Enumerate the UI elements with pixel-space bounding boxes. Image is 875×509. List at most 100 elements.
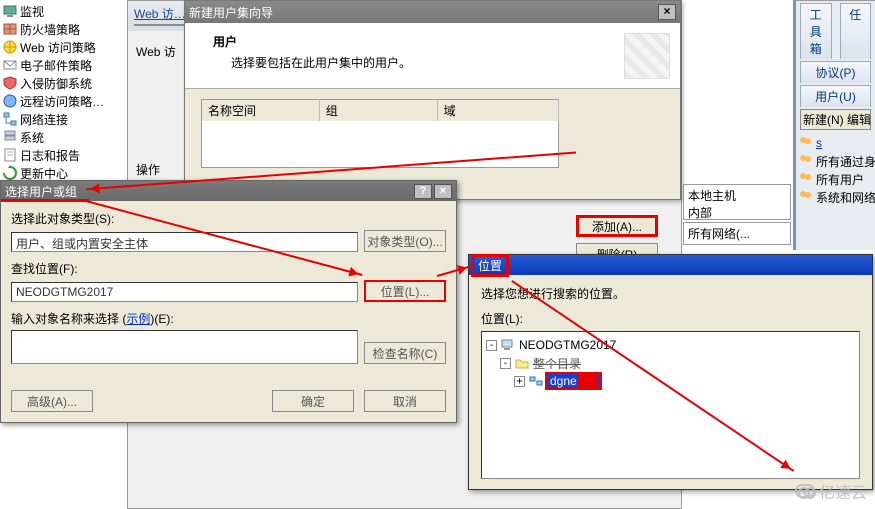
list-item[interactable]: 所有用户: [798, 170, 873, 188]
tree-item-ips[interactable]: 入侵防御系统: [2, 74, 121, 92]
new-edit-buttons[interactable]: 新建(N) 编辑: [800, 109, 871, 130]
location-field-label: 位置(L):: [481, 310, 860, 327]
users-icon: [798, 136, 814, 150]
help-icon[interactable]: ?: [414, 184, 432, 199]
tree-node-label: dgne: [547, 374, 600, 388]
location-tree[interactable]: - NEODGTMG2017 - 整个目录 + dgne: [481, 331, 860, 479]
toolbox-tab[interactable]: 工具箱: [800, 3, 832, 59]
update-icon: [2, 165, 18, 181]
col-namespace[interactable]: 名称空间: [202, 100, 320, 122]
seldlg-titlebar[interactable]: 选择用户或组 ? ×: [1, 181, 456, 201]
name-label-prefix: 输入对象名称来选择 (: [11, 312, 126, 326]
tree-label: 入侵防御系统: [20, 75, 92, 92]
tree-item-logs[interactable]: 日志和报告: [2, 146, 121, 164]
monitor-icon: [2, 3, 18, 19]
tree-item-monitor[interactable]: 监视: [2, 2, 121, 20]
tree-label: 远程访问策略…: [20, 93, 104, 110]
tree-node-dir[interactable]: - 整个目录: [500, 354, 855, 372]
all-networks-box[interactable]: 所有网络(...: [683, 222, 791, 245]
tree-item-email[interactable]: 电子邮件策略: [2, 56, 121, 74]
tree-label: 系统: [20, 129, 44, 146]
collapse-icon[interactable]: -: [486, 340, 497, 351]
list-item-label: 所有用户: [816, 171, 864, 188]
close-icon[interactable]: ×: [658, 4, 676, 20]
shield-icon: [2, 75, 18, 91]
web-access-heading: Web 访: [136, 43, 176, 60]
select-user-group-dialog: 选择用户或组 ? × 选择此对象类型(S): 用户、组或内置安全主体 对象类型(…: [0, 180, 457, 423]
domain-icon: [528, 374, 544, 388]
object-type-field[interactable]: 用户、组或内置安全主体: [11, 232, 358, 252]
globe-icon: [2, 39, 18, 55]
tree-item-system[interactable]: 系统: [2, 128, 121, 146]
tree-item-remote[interactable]: 远程访问策略…: [2, 92, 121, 110]
remote-icon: [2, 93, 18, 109]
firewall-icon: [2, 21, 18, 37]
network-scope-box: 本地主机 内部: [683, 184, 791, 220]
watermark: 亿速云: [795, 479, 867, 503]
col-domain[interactable]: 域: [437, 100, 558, 122]
locdlg-title: 位置: [471, 254, 509, 277]
tree-item-web[interactable]: Web 访问策略: [2, 38, 121, 56]
locdlg-titlebar[interactable]: 位置: [469, 255, 872, 275]
list-item[interactable]: 系统和网络…: [798, 188, 873, 206]
location-label: 查找位置(F):: [11, 260, 446, 277]
tree-label: 日志和报告: [20, 147, 80, 164]
tree-label: 更新中心: [20, 165, 68, 182]
tree-label: 网络连接: [20, 111, 68, 128]
directory-icon: [514, 356, 530, 370]
watermark-text: 亿速云: [819, 479, 867, 503]
user-section[interactable]: 用户(U): [800, 85, 871, 107]
tree-label: 监视: [20, 3, 44, 20]
list-item-label: 所有通过身…: [816, 153, 875, 170]
list-item[interactable]: s: [798, 134, 873, 152]
seldlg-footer: 高级(A)... 确定 取消: [1, 384, 456, 422]
tree-node-label: 整个目录: [533, 355, 581, 372]
location-field[interactable]: NEODGTMG2017: [11, 282, 358, 302]
expand-icon[interactable]: +: [514, 376, 525, 387]
wizard-step-subtitle: 选择要包括在此用户集中的用户。: [231, 54, 664, 71]
wizard-titlebar[interactable]: 新建用户集向导 ×: [185, 1, 680, 23]
tree-label: Web 访问策略: [20, 39, 96, 56]
watermark-icon: [795, 484, 815, 498]
protocol-section[interactable]: 协议(P): [800, 61, 871, 83]
example-link[interactable]: 示例: [126, 312, 150, 326]
cancel-button[interactable]: 取消: [364, 390, 446, 412]
tree-item-network[interactable]: 网络连接: [2, 110, 121, 128]
col-group[interactable]: 组: [319, 100, 437, 122]
close-icon[interactable]: ×: [434, 184, 452, 199]
check-names-button[interactable]: 检查名称(C): [364, 342, 446, 364]
toolbox-panel: 工具箱 任 协议(P) 用户(U) 新建(N) 编辑 s 所有通过身… 所有用户…: [793, 0, 875, 250]
list-item-label: s: [816, 136, 822, 150]
tree-label: 防火墙策略: [20, 21, 80, 38]
server-icon: [2, 129, 18, 145]
users-icon: [798, 172, 814, 186]
list-item[interactable]: 所有通过身…: [798, 152, 873, 170]
collapse-icon[interactable]: -: [500, 358, 511, 369]
wizard-graphic-icon: [624, 33, 670, 79]
tree-item-firewall[interactable]: 防火墙策略: [2, 20, 121, 38]
location-button[interactable]: 位置(L)...: [364, 280, 446, 302]
network-icon: [2, 111, 18, 127]
seldlg-title: 选择用户或组: [5, 185, 77, 199]
ok-button[interactable]: 确定: [272, 390, 354, 412]
users-icon: [798, 154, 814, 168]
users-icon: [798, 190, 814, 204]
wizard-header: 用户 选择要包括在此用户集中的用户。: [185, 23, 680, 89]
object-name-label: 输入对象名称来选择 (示例)(E):: [11, 310, 446, 327]
advanced-button[interactable]: 高级(A)...: [11, 390, 93, 412]
name-label-suffix: )(E):: [150, 312, 173, 326]
add-button[interactable]: 添加(A)...: [576, 215, 658, 237]
object-name-input[interactable]: [11, 330, 358, 364]
tree-node-root[interactable]: - NEODGTMG2017: [486, 336, 855, 354]
network-scope-text: 本地主机 内部: [688, 189, 736, 220]
operations-label: 操作: [136, 161, 160, 178]
web-access-tab[interactable]: Web 访…: [134, 5, 186, 26]
new-userset-wizard: 新建用户集向导 × 用户 选择要包括在此用户集中的用户。 名称空间 组 域 添加…: [184, 0, 681, 200]
object-type-button[interactable]: 对象类型(O)...: [364, 230, 446, 252]
list-item-label: 系统和网络…: [816, 189, 875, 206]
tree-label: 电子邮件策略: [20, 57, 92, 74]
all-networks-text: 所有网络(...: [688, 227, 750, 241]
log-icon: [2, 147, 18, 163]
task-tab[interactable]: 任: [840, 3, 872, 59]
tree-node-selected[interactable]: + dgne: [514, 372, 855, 390]
